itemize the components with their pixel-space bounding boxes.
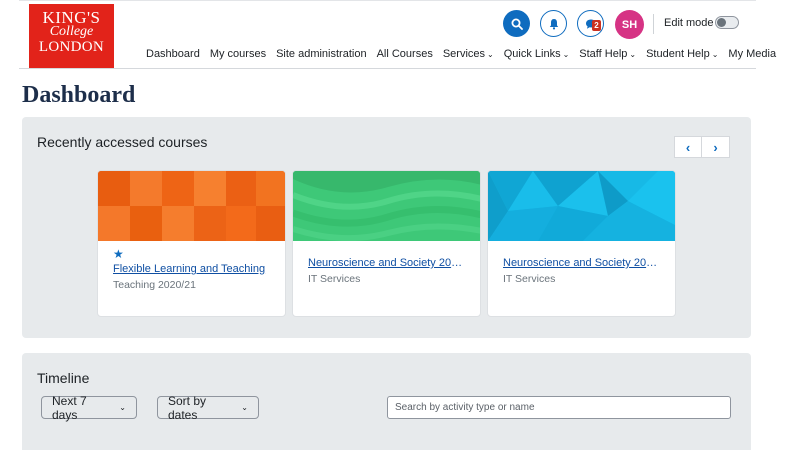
course-pager: ‹ › <box>674 136 730 158</box>
bell-icon <box>549 18 558 29</box>
edit-mode-label: Edit mode <box>664 17 714 29</box>
next-button[interactable]: › <box>702 136 730 158</box>
nav-student-help[interactable]: Student Help ⌄ <box>646 48 718 60</box>
page-title: Dashboard <box>22 82 136 108</box>
chevron-down-icon: ⌄ <box>711 50 719 59</box>
nav-quick-links[interactable]: Quick Links ⌄ <box>504 48 570 60</box>
search-icon <box>511 18 523 30</box>
course-card-body: Neuroscience and Society 2022… IT Servic… <box>488 241 675 285</box>
block-title: Recently accessed courses <box>37 134 208 150</box>
course-image-orange[interactable] <box>98 171 285 241</box>
star-icon[interactable]: ★ <box>113 248 270 260</box>
course-card-body: ★ Flexible Learning and Teaching Teachin… <box>98 241 285 291</box>
user-avatar[interactable]: SH <box>615 10 644 39</box>
course-card[interactable]: Neuroscience and Society 2022… IT Servic… <box>487 170 676 317</box>
course-card-body: Neuroscience and Society 2022… IT Servic… <box>293 241 480 285</box>
chevron-left-icon: ‹ <box>685 139 691 155</box>
sort-dropdown[interactable]: Sort by dates ⌄ <box>157 394 259 422</box>
timeline-block: Timeline Next 7 days ⌄ Sort by dates ⌄ <box>22 353 751 450</box>
top-navbar: KING'S College LONDON Dashboard My cours… <box>19 0 776 69</box>
course-image-green[interactable] <box>293 171 480 241</box>
chevron-right-icon: › <box>713 139 718 155</box>
course-card[interactable]: Neuroscience and Society 2022… IT Servic… <box>292 170 481 317</box>
activity-search-input[interactable] <box>387 396 731 419</box>
search-button[interactable] <box>503 10 530 37</box>
chevron-down-icon: ⌄ <box>241 403 248 412</box>
chevron-down-icon: ⌄ <box>119 403 126 412</box>
previous-button[interactable]: ‹ <box>674 136 702 158</box>
course-category: IT Services <box>503 273 556 285</box>
nav-services[interactable]: Services ⌄ <box>443 48 494 60</box>
course-card[interactable]: ★ Flexible Learning and Teaching Teachin… <box>97 170 286 317</box>
course-link[interactable]: Neuroscience and Society 2022… <box>308 257 465 269</box>
nav-my-courses[interactable]: My courses <box>210 48 266 60</box>
nav-site-administration[interactable]: Site administration <box>276 48 367 60</box>
course-image-blue[interactable] <box>488 171 675 241</box>
course-category: IT Services <box>308 273 361 285</box>
chevron-down-icon: ⌄ <box>562 50 570 59</box>
block-title: Timeline <box>37 370 90 386</box>
nav-my-media[interactable]: My Media <box>728 48 776 60</box>
recently-accessed-courses-block: Recently accessed courses ‹ › ★ Flexible… <box>22 117 751 338</box>
toggle-knob <box>717 18 726 27</box>
nav-dashboard[interactable]: Dashboard <box>146 48 200 60</box>
messages-button[interactable]: 2 <box>577 10 604 37</box>
course-link[interactable]: Flexible Learning and Teaching <box>113 263 270 275</box>
course-link[interactable]: Neuroscience and Society 2022… <box>503 257 660 269</box>
date-filter-dropdown[interactable]: Next 7 days ⌄ <box>41 394 137 422</box>
message-count-badge: 2 <box>592 20 601 31</box>
divider <box>653 14 654 34</box>
nav-staff-help[interactable]: Staff Help ⌄ <box>579 48 636 60</box>
chevron-down-icon: ⌄ <box>629 50 637 59</box>
primary-navigation: Dashboard My courses Site administration… <box>146 48 786 60</box>
chevron-down-icon: ⌄ <box>487 50 494 59</box>
nav-all-courses[interactable]: All Courses <box>377 48 433 60</box>
kings-college-logo[interactable]: KING'S College LONDON <box>29 4 114 68</box>
course-category: Teaching 2020/21 <box>113 279 196 291</box>
notifications-button[interactable] <box>540 10 567 37</box>
edit-mode-toggle[interactable] <box>715 16 739 29</box>
